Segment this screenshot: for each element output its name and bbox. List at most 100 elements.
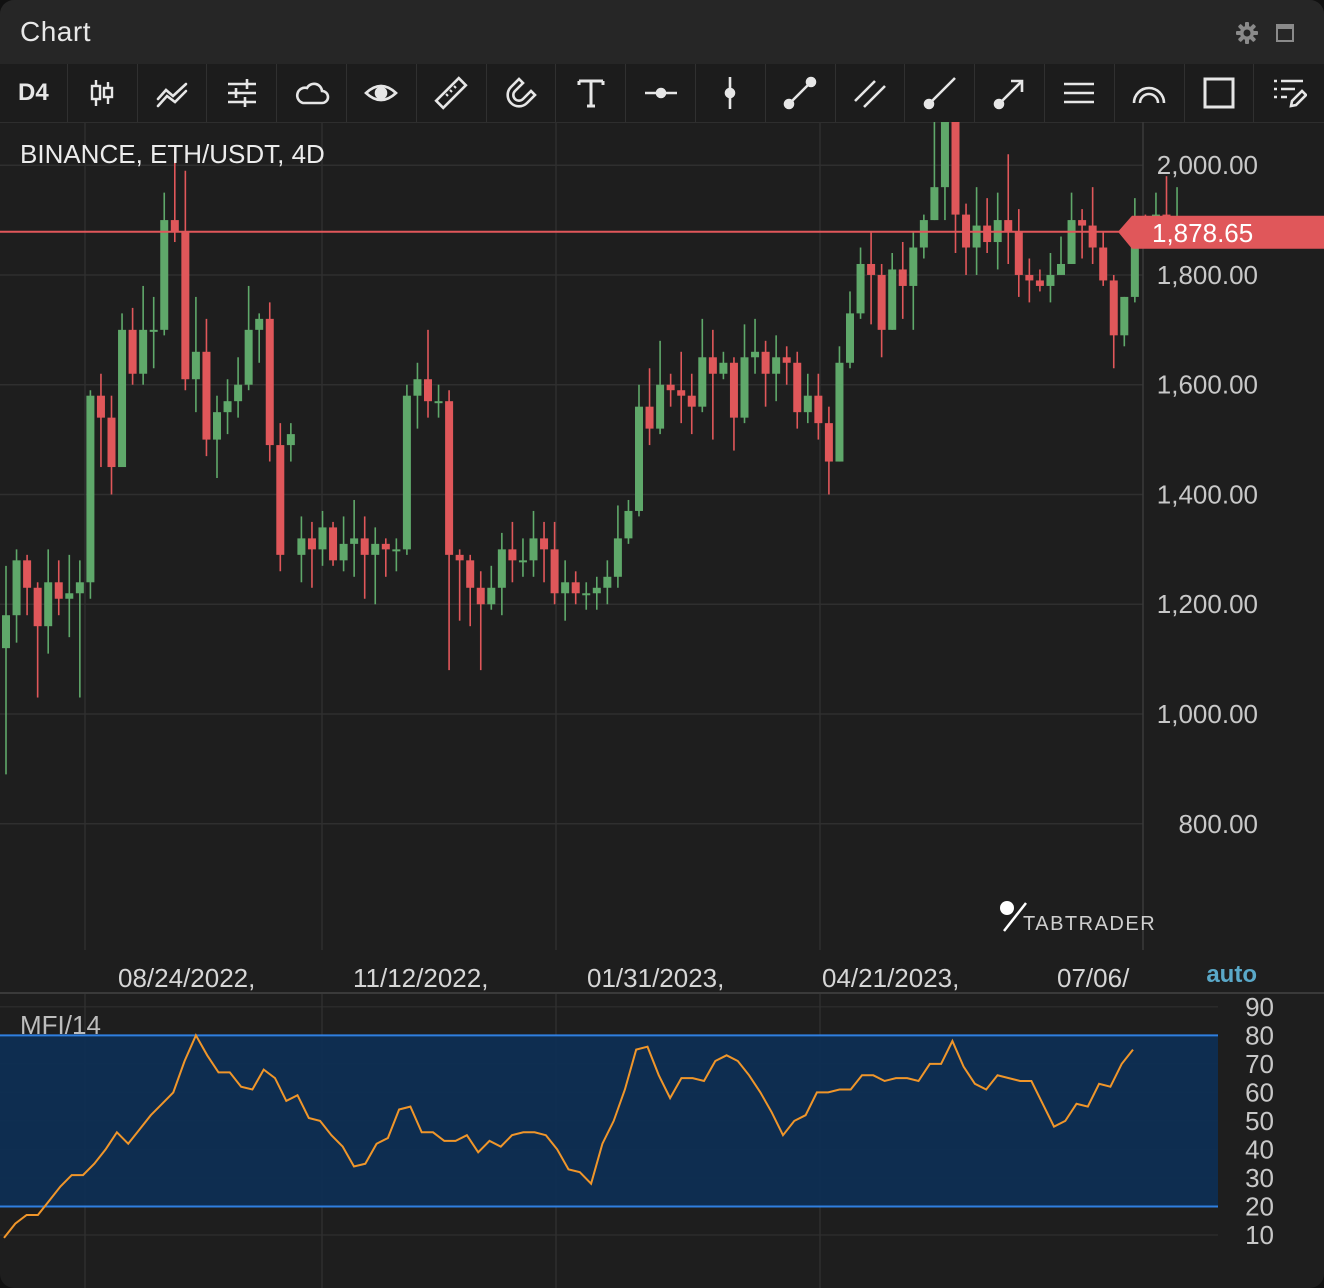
ruler-button[interactable] <box>417 64 487 122</box>
candle-body <box>877 274 886 330</box>
candle-body <box>518 560 527 563</box>
mfi-tick-label: 60 <box>1245 1077 1274 1107</box>
cloud-icon <box>295 82 329 105</box>
candle-body <box>23 560 32 588</box>
candle-body <box>782 357 791 363</box>
candle-body <box>255 318 264 330</box>
mfi-axis[interactable]: 908070605040302010 <box>1245 992 1274 1250</box>
candle-body <box>96 395 105 418</box>
window-titlebar: Chart <box>0 0 1324 64</box>
auto-scale-toggle[interactable]: auto <box>1206 961 1257 988</box>
candle-body <box>160 220 169 330</box>
time-axis[interactable]: 08/24/2022, 11/12/2022, 01/31/2023, 04/21/2… <box>118 963 1130 993</box>
candles-button[interactable] <box>68 64 138 122</box>
mfi-tick-label: 90 <box>1245 992 1274 1022</box>
trend-line-icon <box>783 76 817 110</box>
price-tick-label: 2,000.00 <box>1157 150 1258 180</box>
visibility-button[interactable] <box>347 64 417 122</box>
vertical-line-button[interactable] <box>696 64 766 122</box>
edit-list-icon <box>1274 79 1308 108</box>
price-tick-label: 1,400.00 <box>1157 479 1258 509</box>
horizontal-line-button[interactable] <box>626 64 696 122</box>
interval-button[interactable]: D4 <box>0 64 68 122</box>
settings-button[interactable] <box>207 64 278 122</box>
chart-area[interactable]: 2,200.002,000.001,800.001,600.001,400.00… <box>0 122 1324 1288</box>
candle-body <box>455 554 464 561</box>
candle-body <box>951 122 960 215</box>
candle-body <box>487 587 496 605</box>
rectangle-button[interactable] <box>1185 64 1255 122</box>
candle-body <box>867 263 876 275</box>
candle-body <box>360 538 369 555</box>
candle-body <box>107 417 116 468</box>
candle-body <box>666 384 675 391</box>
candle-body <box>719 362 728 374</box>
horizontal-channel-button[interactable] <box>1045 64 1115 122</box>
arc-button[interactable] <box>1115 64 1185 122</box>
candle-body <box>814 395 823 424</box>
candle-body <box>33 587 42 627</box>
horizontal-channel-icon <box>1064 82 1095 104</box>
mfi-band <box>0 1035 1218 1207</box>
candle-body <box>276 445 285 555</box>
price-tick-label: 1,800.00 <box>1157 260 1258 290</box>
candle-body <box>1099 247 1108 281</box>
candle-body <box>307 538 316 550</box>
mfi-tick-label: 10 <box>1245 1220 1274 1250</box>
candle-body <box>835 362 844 462</box>
last-price-label: 1,878.65 <box>1152 218 1253 248</box>
candle-body <box>1035 280 1044 286</box>
cloud-button[interactable] <box>277 64 347 122</box>
candle-body <box>708 357 717 374</box>
candle-body <box>65 593 74 599</box>
candle-body <box>434 401 443 404</box>
candle-body <box>149 329 158 332</box>
maximize-icon[interactable] <box>1272 20 1298 46</box>
price-tick-label: 1,600.00 <box>1157 370 1258 400</box>
candle-body <box>86 395 95 583</box>
edit-list-button[interactable] <box>1254 64 1324 122</box>
candle-body <box>318 527 327 550</box>
candle-body <box>234 384 243 402</box>
candle-body <box>592 587 601 594</box>
trend-line-button[interactable] <box>766 64 836 122</box>
candle-body <box>202 351 211 440</box>
ray-button[interactable] <box>905 64 976 122</box>
candle-body <box>1088 225 1097 248</box>
candle-body <box>1057 263 1065 275</box>
candle-body <box>540 538 549 550</box>
indicators-button[interactable] <box>138 64 208 122</box>
parallel-lines-button[interactable] <box>836 64 906 122</box>
mfi-title: MFI/14 <box>20 1010 101 1040</box>
price-tick-label: 1,200.00 <box>1157 589 1258 619</box>
mfi-tick-label: 20 <box>1245 1191 1274 1221</box>
candle-body <box>297 538 306 555</box>
eye-icon <box>364 84 399 102</box>
rectangle-icon <box>1203 77 1235 109</box>
time-tick-label: 07/06/ <box>1057 963 1130 993</box>
horizontal-line-icon <box>644 87 677 99</box>
candle-body <box>972 225 981 248</box>
magnet-button[interactable] <box>487 64 557 122</box>
time-tick-label: 01/31/2023, <box>587 963 724 993</box>
chart-window: Chart D4 2,200.002,000.001,800.001,600. <box>0 0 1324 1288</box>
candle-body <box>213 412 221 440</box>
candle-body <box>529 538 538 561</box>
arrow-line-button[interactable] <box>975 64 1045 122</box>
candle-body <box>445 401 454 555</box>
candle-body <box>677 390 686 396</box>
ray-icon <box>923 77 956 110</box>
text-tool-button[interactable] <box>556 64 627 122</box>
candle-body <box>265 318 274 446</box>
candle-body <box>508 549 517 561</box>
candle-body <box>476 587 485 605</box>
candle-body <box>803 395 812 413</box>
candle-body <box>118 329 127 468</box>
candle-body <box>44 582 53 627</box>
candle-body <box>571 582 580 594</box>
gear-icon[interactable] <box>1234 20 1260 46</box>
candle-body <box>613 538 622 577</box>
candle-body <box>1120 296 1129 336</box>
mfi-tick-label: 30 <box>1245 1163 1274 1193</box>
candle-body <box>761 351 770 374</box>
